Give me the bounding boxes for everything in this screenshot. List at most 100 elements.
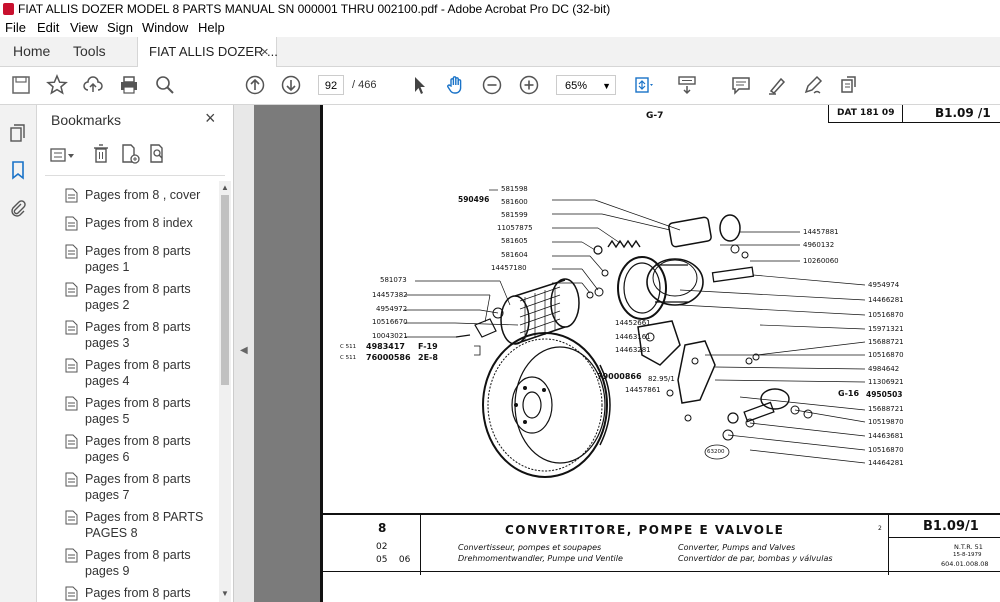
print-icon[interactable] — [118, 74, 140, 96]
part-number: 10516670 — [372, 318, 408, 326]
select-cursor-icon[interactable] — [408, 74, 430, 96]
tab-document[interactable]: FIAT ALLIS DOZER ... × — [137, 37, 278, 67]
navigation-rail — [0, 105, 37, 602]
star-icon[interactable] — [46, 74, 68, 96]
trash-icon[interactable] — [91, 143, 111, 165]
bookmarks-list: Pages from 8 , cover Pages from 8 index … — [37, 181, 219, 602]
cloud-upload-icon[interactable] — [82, 74, 104, 96]
part-number: 14457382 — [372, 291, 408, 299]
share-icon[interactable] — [838, 74, 860, 96]
bracket-line — [474, 345, 481, 356]
c511-label: C 511 — [340, 344, 357, 350]
scroll-up-icon[interactable]: ▲ — [221, 183, 229, 192]
comment-icon[interactable] — [730, 74, 752, 96]
zoom-in-icon[interactable] — [518, 74, 540, 96]
bookmarks-panel: Bookmarks × Pages from 8 , cover Pages f… — [37, 105, 234, 602]
tab-tools[interactable]: Tools — [73, 37, 106, 66]
bookmark-page-icon — [65, 586, 78, 601]
bookmark-icon[interactable] — [8, 160, 28, 180]
part-number: 10516870 — [868, 446, 904, 454]
previous-page-icon[interactable] — [244, 74, 266, 96]
bookmarks-header: Bookmarks — [51, 112, 122, 128]
ntr-code: N.T.R. 51 — [954, 543, 983, 551]
part-number: 581605 — [501, 237, 528, 245]
bookmark-page-icon — [65, 510, 78, 525]
page-total: / 466 — [352, 79, 377, 91]
close-icon[interactable]: × — [205, 108, 216, 129]
tab-home[interactable]: Home — [13, 37, 50, 66]
part-number: 15688721 — [868, 338, 904, 346]
zoom-level-value: 65% — [565, 80, 588, 92]
sign-pen-icon[interactable] — [802, 74, 824, 96]
exploded-parts-diagram — [405, 189, 866, 478]
bookmark-page-icon — [65, 396, 78, 411]
circle-label: 63200 — [707, 449, 725, 455]
new-bookmark-icon[interactable] — [119, 143, 141, 165]
c511-label: C 511 — [340, 355, 357, 361]
highlight-pen-icon[interactable] — [766, 74, 788, 96]
bookmark-page-icon — [65, 358, 78, 373]
footer-divider — [888, 537, 1000, 538]
tab-close-icon[interactable]: × — [261, 37, 269, 66]
page-number-input[interactable]: 92 — [318, 75, 344, 95]
part-number: 14457881 — [803, 228, 839, 236]
torque-converter-drawing — [482, 332, 611, 478]
main-toolbar: 92 / 466 65% ▼ — [0, 67, 1000, 105]
save-icon[interactable] — [10, 74, 32, 96]
bookmark-item-label: Pages from 8 parts pages 2 — [85, 282, 191, 312]
part-number: 14452661 — [615, 319, 651, 327]
attachment-icon[interactable] — [8, 198, 28, 218]
scrollbar-thumb[interactable] — [221, 195, 229, 385]
part-number: 14464281 — [868, 459, 904, 467]
next-page-icon[interactable] — [280, 74, 302, 96]
part-number: 15971321 — [868, 325, 904, 333]
bookmark-item-label: Pages from 8 parts pages 4 — [85, 358, 191, 388]
code-row-a: 02 — [376, 542, 388, 552]
menu-help[interactable]: Help — [198, 18, 225, 37]
menu-sign[interactable]: Sign — [107, 18, 133, 37]
part-number: 14463681 — [868, 432, 904, 440]
search-icon[interactable] — [154, 74, 176, 96]
bookmark-page-icon — [65, 188, 78, 203]
bookmark-page-icon — [65, 216, 78, 231]
part-number: 4954972 — [376, 305, 408, 313]
part-number: 11306921 — [868, 378, 904, 386]
fit-page-icon[interactable] — [632, 74, 654, 96]
bookmark-item-label: Pages from 8 parts pages 3 — [85, 320, 191, 350]
document-view[interactable]: G-7 DAT 181 09 B1.09 /1 590496 581598 58… — [254, 105, 1000, 602]
code-row-b: 05 06 — [376, 555, 411, 565]
options-menu-icon[interactable] — [49, 145, 77, 165]
bookmark-item-label: Pages from 8 PARTS PAGES 8 — [85, 510, 204, 540]
part-number: 14463161 — [615, 333, 651, 341]
menu-edit[interactable]: Edit — [37, 18, 59, 37]
find-bookmark-icon[interactable] — [147, 143, 169, 165]
page-thumbnails-icon[interactable] — [8, 123, 28, 143]
part-number: 14457180 — [491, 264, 527, 272]
menu-window[interactable]: Window — [142, 18, 188, 37]
keyboard-scroll-icon[interactable] — [676, 74, 698, 96]
scroll-down-icon[interactable]: ▼ — [221, 589, 229, 598]
hand-tool-icon[interactable] — [444, 74, 466, 96]
part-number: 10519870 — [868, 418, 904, 426]
small-number: 2 — [878, 525, 882, 532]
panel-collapse-gutter[interactable]: ◀ — [234, 105, 254, 602]
bookmark-item-label: Pages from 8 , cover — [85, 188, 201, 202]
footer-rule — [320, 513, 1000, 515]
page-title: CONVERTITORE, POMPE E VALVOLE — [505, 523, 785, 537]
part-number: 15688721 — [868, 405, 904, 413]
part-number: 581599 — [501, 211, 528, 219]
bookmark-item-label: Pages from 8 parts pages 5 — [85, 396, 191, 426]
footer-divider — [888, 515, 889, 575]
zoom-out-icon[interactable] — [481, 74, 503, 96]
page-date: 15-8-1979 — [953, 552, 982, 558]
part-number: 11057875 — [497, 224, 533, 232]
bookmarks-scrollbar[interactable]: ▲ ▼ — [219, 181, 231, 602]
footer-divider — [420, 515, 421, 575]
zoom-level-select[interactable]: 65% ▼ — [556, 75, 616, 95]
acrobat-app-icon — [3, 3, 14, 15]
g16-label: G-16 — [838, 389, 860, 398]
menu-file[interactable]: File — [5, 18, 26, 37]
collapse-panel-icon[interactable]: ◀ — [240, 345, 248, 356]
subtitle-en: Converter, Pumps and Valves — [678, 543, 796, 552]
menu-view[interactable]: View — [70, 18, 98, 37]
